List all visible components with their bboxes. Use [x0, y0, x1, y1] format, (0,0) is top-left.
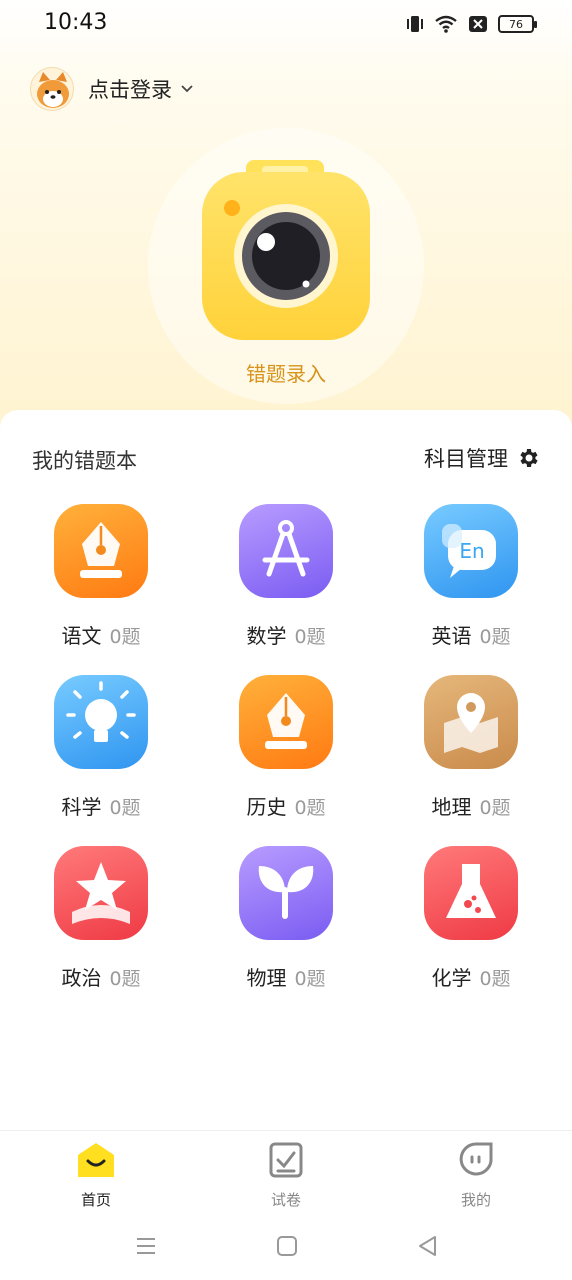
subject-item[interactable]: 政治 0题	[6, 846, 196, 991]
subject-label-row[interactable]: 化学 0题	[376, 962, 566, 991]
subject-label-row[interactable]: 地理 0题	[376, 791, 566, 820]
home-square-icon[interactable]	[276, 1235, 298, 1257]
subject-count: 0题	[109, 797, 141, 819]
pen-nib-icon	[265, 693, 307, 749]
subject-count: 0题	[479, 968, 511, 990]
subject-icon-tile[interactable]	[54, 846, 148, 940]
subject-count: 0题	[294, 797, 326, 819]
subject-item[interactable]: En 英语 0题	[376, 504, 566, 649]
subject-item[interactable]: 物理 0题	[191, 846, 381, 991]
camera-capture-button[interactable]	[200, 158, 372, 342]
status-time: 10:43	[44, 10, 108, 35]
subject-count: 0题	[479, 797, 511, 819]
subject-icon-tile[interactable]	[424, 675, 518, 769]
subject-name[interactable]: 科学	[61, 795, 101, 819]
subject-label-row[interactable]: 数学 0题	[191, 620, 381, 649]
subject-count: 0题	[109, 626, 141, 648]
svg-text:En: En	[459, 539, 484, 563]
login-label[interactable]: 点击登录	[88, 74, 172, 104]
gear-icon[interactable]	[516, 446, 540, 470]
wifi-icon	[435, 15, 457, 33]
subject-name[interactable]: 政治	[61, 966, 101, 990]
flask-icon	[446, 864, 496, 918]
system-nav-bar	[0, 1222, 572, 1280]
subject-item[interactable]: 数学 0题	[191, 504, 381, 649]
star-icon	[72, 862, 130, 924]
bottom-nav: 首页 试卷 我的	[0, 1130, 572, 1222]
subject-icon-tile[interactable]	[239, 675, 333, 769]
subject-name[interactable]: 地理	[431, 795, 471, 819]
status-icons: 76	[406, 14, 537, 34]
map-pin-icon	[444, 693, 498, 753]
paper-check-icon[interactable]	[268, 1141, 304, 1179]
subject-item[interactable]: 化学 0题	[376, 846, 566, 991]
camera-icon	[202, 160, 370, 340]
nav-exam[interactable]: 试卷	[226, 1141, 346, 1210]
subject-label-row[interactable]: 物理 0题	[191, 962, 381, 991]
home-icon[interactable]	[76, 1141, 116, 1179]
subject-item[interactable]: 地理 0题	[376, 675, 566, 820]
nav-home-label[interactable]: 首页	[36, 1189, 156, 1210]
subject-icon-tile[interactable]: En	[424, 504, 518, 598]
subject-count: 0题	[294, 968, 326, 990]
subject-manage-label[interactable]: 科目管理	[424, 443, 508, 473]
subject-count: 0题	[479, 626, 511, 648]
subject-icon-tile[interactable]	[54, 504, 148, 598]
subject-name[interactable]: 化学	[431, 966, 471, 990]
subject-label-row[interactable]: 历史 0题	[191, 791, 381, 820]
subject-name[interactable]: 语文	[61, 624, 101, 648]
section-title: 我的错题本	[32, 449, 137, 473]
shiba-avatar-icon	[37, 72, 69, 108]
sprout-icon	[258, 866, 314, 919]
subject-count: 0题	[109, 968, 141, 990]
battery-icon: 76	[498, 15, 537, 33]
subject-item[interactable]: 科学 0题	[6, 675, 196, 820]
pen-nib-icon	[80, 522, 122, 578]
avatar[interactable]	[30, 67, 74, 111]
nav-mine-label[interactable]: 我的	[416, 1189, 536, 1210]
subject-name[interactable]: 英语	[431, 624, 471, 648]
profile-face-icon[interactable]	[457, 1141, 495, 1179]
menu-icon[interactable]	[135, 1236, 157, 1256]
subject-icon-tile[interactable]	[239, 846, 333, 940]
chevron-down-icon[interactable]	[180, 84, 194, 94]
status-bar: 10:43 76	[0, 0, 572, 52]
login-row[interactable]: 点击登录	[30, 67, 194, 111]
vibrate-icon	[407, 16, 423, 32]
subject-name[interactable]: 数学	[246, 624, 286, 648]
lightbulb-icon	[66, 681, 136, 742]
compass-icon	[262, 520, 310, 577]
subject-name[interactable]: 物理	[246, 966, 286, 990]
camera-label[interactable]: 错题录入	[0, 358, 572, 387]
subject-icon-tile[interactable]	[424, 846, 518, 940]
nav-mine[interactable]: 我的	[416, 1141, 536, 1210]
subject-manage-button[interactable]: 科目管理	[424, 443, 540, 473]
subject-icon-tile[interactable]	[54, 675, 148, 769]
subject-count: 0题	[294, 626, 326, 648]
subject-item[interactable]: 语文 0题	[6, 504, 196, 649]
subject-label-row[interactable]: 语文 0题	[6, 620, 196, 649]
battery-level: 76	[509, 17, 523, 31]
en-speech-bubble-icon: En	[442, 524, 496, 578]
nav-home[interactable]: 首页	[36, 1141, 156, 1210]
subject-label-row[interactable]: 科学 0题	[6, 791, 196, 820]
subject-item[interactable]: 历史 0题	[191, 675, 381, 820]
subject-icon-tile[interactable]	[239, 504, 333, 598]
nav-exam-label[interactable]: 试卷	[226, 1189, 346, 1210]
subject-name[interactable]: 历史	[246, 795, 286, 819]
back-icon[interactable]	[416, 1235, 438, 1257]
subject-label-row[interactable]: 政治 0题	[6, 962, 196, 991]
no-sim-icon	[469, 16, 487, 32]
subject-label-row[interactable]: 英语 0题	[376, 620, 566, 649]
